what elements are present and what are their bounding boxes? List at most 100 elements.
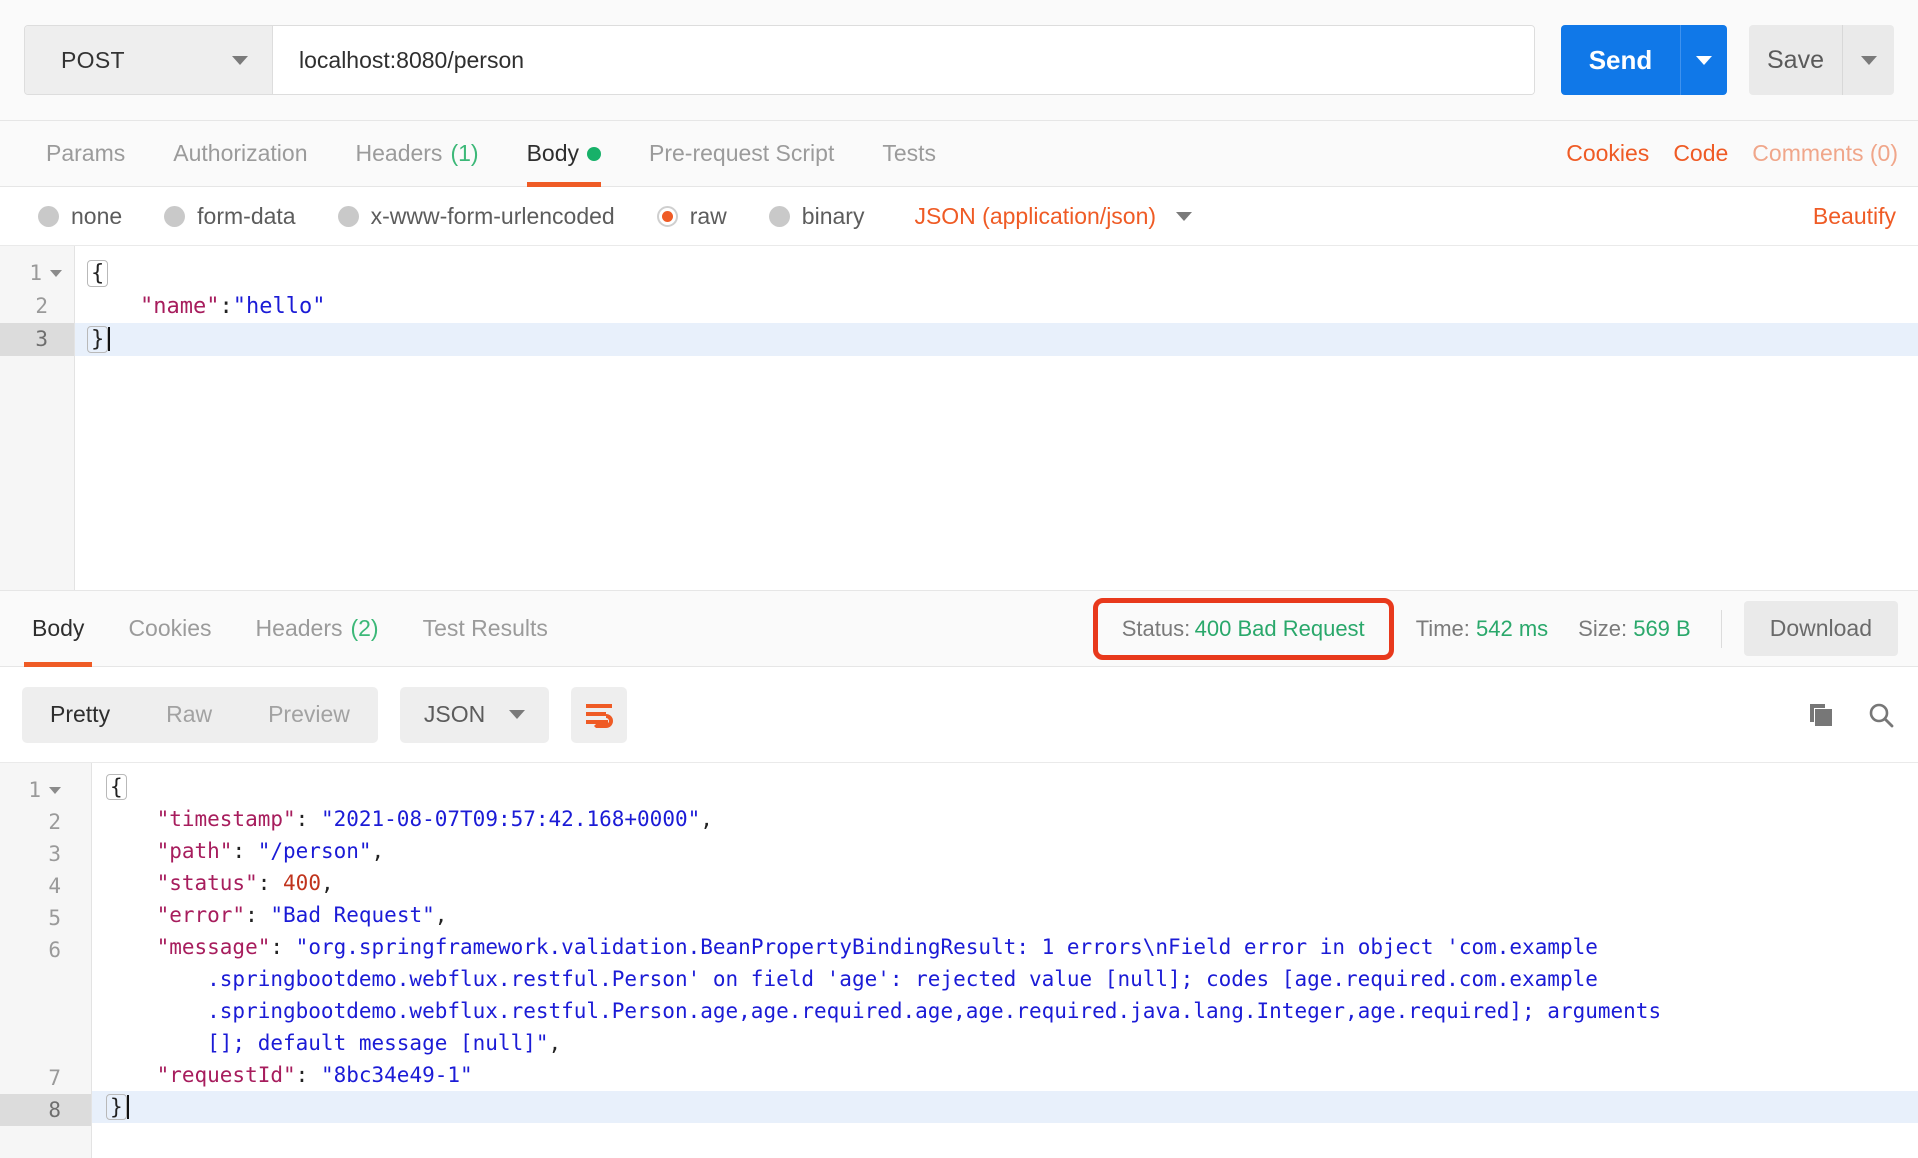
response-code-area[interactable]: { "timestamp": "2021-08-07T09:57:42.168+… [92,763,1918,1158]
code-line: "error": "Bad Request", [92,899,1918,931]
request-body-editor[interactable]: 1 2 3 { "name":"hello" } [0,245,1918,590]
view-raw[interactable]: Raw [138,687,240,743]
response-tab-headers[interactable]: Headers (2) [234,590,401,667]
radio-label: raw [689,202,727,229]
radio-label: x-www-form-urlencoded [370,202,615,229]
body-type-binary[interactable]: binary [768,202,865,230]
line-number: 8 [0,1094,91,1126]
tab-count: (2) [350,615,379,641]
line-number-text: 1 [29,261,42,285]
size-value: 569 B [1633,615,1691,641]
radio-icon [164,205,186,227]
tab-label: Headers [355,140,443,166]
radio-icon [38,205,59,227]
copy-icon [1810,703,1832,726]
response-tab-test-results[interactable]: Test Results [401,590,570,667]
save-button[interactable]: Save [1749,25,1842,95]
line-number-text: 2 [48,810,61,834]
response-format-select[interactable]: JSON [399,686,550,743]
send-button-group: Send [1561,25,1727,95]
json-key: "message" [156,935,271,959]
fold-arrow-icon[interactable] [50,270,62,277]
time-value: 542 ms [1476,615,1549,641]
code-link[interactable]: Code [1673,140,1728,167]
tab-body[interactable]: Body [503,121,625,187]
beautify-button[interactable]: Beautify [1813,203,1896,230]
request-code-area[interactable]: { "name":"hello" } [75,246,1918,590]
send-button[interactable]: Send [1561,25,1680,95]
response-tab-body[interactable]: Body [10,590,106,667]
code-line: { [75,257,1918,290]
tab-label: Test Results [422,615,548,641]
http-method-label: POST [61,46,125,73]
response-toolbar: Pretty Raw Preview JSON [0,667,1918,762]
request-editor-gutter: 1 2 3 [0,246,75,590]
line-number-text: 2 [35,294,48,318]
search-icon [1869,703,1894,727]
tab-headers[interactable]: Headers (1) [332,121,503,186]
json-key: "name" [139,294,220,319]
request-url-bar: POST localhost:8080/person Send Save [0,0,1918,121]
content-type-select[interactable]: JSON (application/json) [914,203,1193,230]
json-key: "timestamp" [156,807,296,831]
body-type-none[interactable]: none [38,203,122,230]
json-colon: : [219,294,233,319]
copy-button[interactable] [1806,700,1836,730]
tab-tests[interactable]: Tests [858,121,960,186]
body-present-dot-icon [587,146,601,161]
text-cursor [108,327,111,351]
view-pretty[interactable]: Pretty [22,687,138,743]
chevron-down-icon [1176,211,1193,221]
download-button[interactable]: Download [1743,601,1898,656]
json-string-value: "2021-08-07T09:57:42.168+0000" [320,807,701,831]
comments-link[interactable]: Comments (0) [1752,140,1898,167]
body-type-row: none form-data x-www-form-urlencoded raw… [0,187,1918,245]
body-type-raw[interactable]: raw [656,202,727,230]
json-punctuation: , [700,807,713,831]
radio-label: binary [801,202,865,229]
tab-params[interactable]: Params [22,121,149,186]
code-line: []; default message [null]", [92,1027,1918,1059]
response-tab-cookies[interactable]: Cookies [106,590,233,667]
json-string-value: []; default message [null]" [106,1031,549,1055]
send-options-button[interactable] [1680,25,1727,95]
code-line: .springbootdemo.webflux.restful.Person' … [92,963,1918,995]
json-key: "status" [156,871,258,895]
status-value: 400 Bad Request [1194,615,1365,641]
tab-pre-request-script[interactable]: Pre-request Script [625,121,858,186]
tab-authorization[interactable]: Authorization [149,121,331,186]
json-key: "error" [156,903,246,927]
view-preview[interactable]: Preview [240,687,378,743]
word-wrap-icon [586,703,614,728]
search-button[interactable] [1866,700,1896,730]
response-body-editor[interactable]: 12 3 4 5 6 7 8 { "timestamp": "2021-08-07T09:5… [0,762,1918,1158]
line-number-text: 4 [48,874,61,898]
json-punctuation [106,1063,157,1087]
tab-label: Cookies [128,615,212,641]
request-url-input[interactable]: localhost:8080/person [273,26,1534,94]
body-type-form-data[interactable]: form-data [164,202,296,230]
http-method-select[interactable]: POST [25,26,273,94]
request-tabs-right-links: Cookies Code Comments (0) [1566,121,1918,186]
json-punctuation: : [245,903,271,927]
line-number: 2 [0,290,74,323]
json-punctuation [106,935,157,959]
code-line: "status": 400, [92,867,1918,899]
tab-count: (1) [450,140,479,166]
method-url-group: POST localhost:8080/person [24,25,1535,95]
line-number: 4 [0,870,91,902]
save-options-button[interactable] [1842,25,1894,95]
line-number-text: 1 [28,778,41,802]
radio-label: form-data [197,202,296,229]
chevron-down-icon [232,55,248,65]
radio-label: none [71,202,123,229]
cookies-link[interactable]: Cookies [1566,140,1649,167]
json-punctuation [106,807,157,831]
fold-arrow-icon[interactable] [49,787,61,794]
json-string-value: .springbootdemo.webflux.restful.Person' … [106,967,1598,991]
tab-label: Headers [255,615,343,641]
word-wrap-button[interactable] [571,686,628,743]
status-badge-highlight: Status: 400 Bad Request [1092,597,1394,660]
json-string-value: "hello" [232,294,326,319]
body-type-x-www-form-urlencoded[interactable]: x-www-form-urlencoded [337,202,615,230]
